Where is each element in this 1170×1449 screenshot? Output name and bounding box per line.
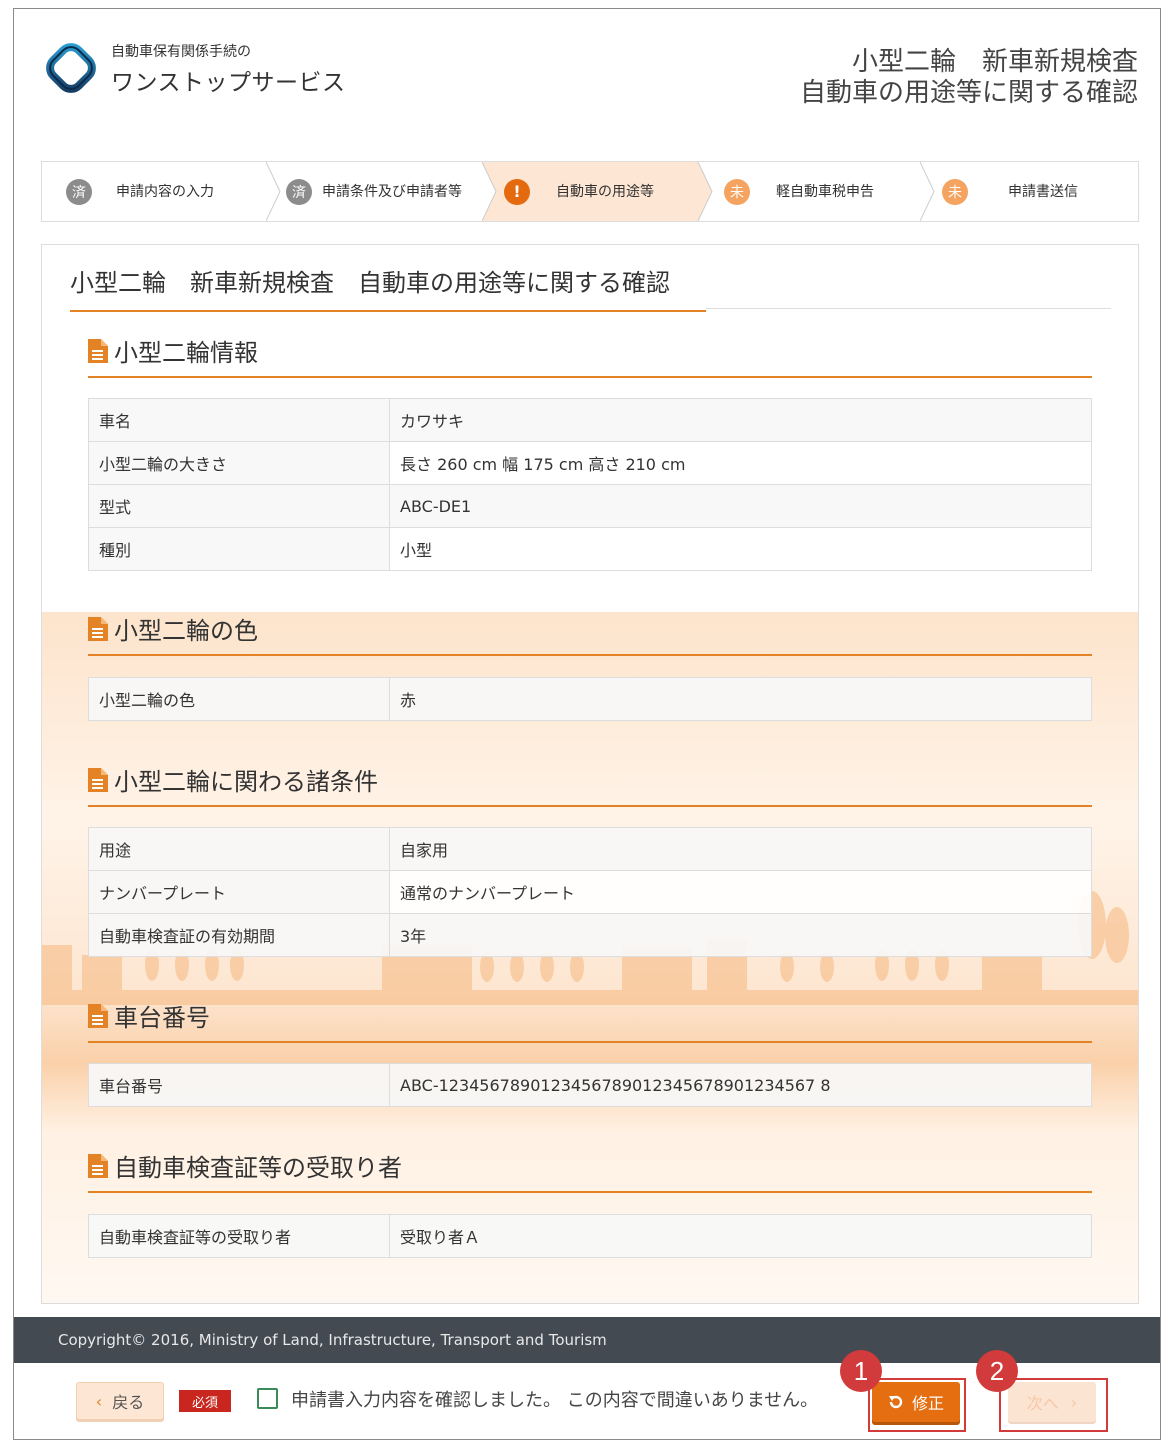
row-label: 型式: [88, 484, 390, 528]
step-divider-icon: [920, 162, 935, 221]
table-row: 型式 ABC-DE1: [88, 484, 1092, 528]
main-title: 小型二輪 新車新規検査 自動車の用途等に関する確認: [70, 263, 706, 312]
row-value: 3年: [389, 913, 1092, 957]
logo-title: ワンストップサービス: [111, 70, 346, 96]
row-label: 小型二輪の大きさ: [88, 441, 390, 485]
step-label: 申請書送信: [1008, 183, 1078, 200]
required-badge: 必須: [179, 1390, 231, 1412]
row-value: 小型: [389, 527, 1092, 571]
row-value: 赤: [389, 677, 1092, 721]
section-color-header: 小型二輪の色: [88, 611, 1092, 656]
row-value: ABC-DE1: [389, 484, 1092, 528]
page-frame: 自動車保有関係手続の ワンストップサービス 小型二輪 新車新規検査 自動車の用途…: [13, 8, 1161, 1440]
document-icon: [88, 338, 108, 363]
next-button[interactable]: 次へ ›: [1008, 1382, 1096, 1422]
vehicle-color-table: 小型二輪の色赤: [88, 677, 1092, 721]
step-progress-bar: 済 申請内容の入力 済 申請条件及び申請者等 ! 自動車の用途等 未 軽自動車税…: [41, 161, 1139, 222]
row-label: 車名: [88, 398, 390, 442]
table-row: 種別 小型: [88, 527, 1092, 571]
confirm-checkbox[interactable]: [257, 1388, 278, 1409]
undo-icon: [888, 1395, 903, 1409]
confirm-label[interactable]: 申請書入力内容を確認しました。 この内容で間違いありません。: [291, 1386, 818, 1412]
section-title: 車台番号: [114, 1004, 210, 1032]
step-4: 未 軽自動車税申告: [722, 162, 920, 221]
chassis-number-table: 車台番号 ABC-12345678901234567890123456789012…: [88, 1063, 1092, 1107]
chevron-left-icon: ‹: [95, 1391, 103, 1411]
action-bar: ‹ 戻る 必須 申請書入力内容を確認しました。 この内容で間違いありません。 修…: [14, 1350, 1160, 1439]
marker-1-badge: 1: [840, 1350, 882, 1392]
step-label: 自動車の用途等: [556, 183, 654, 200]
document-icon: [88, 1153, 108, 1178]
step-2: 済 申請条件及び申請者等: [284, 162, 482, 221]
row-label: 車台番号: [88, 1063, 390, 1107]
document-icon: [88, 616, 108, 641]
step-done-badge: 済: [286, 178, 312, 205]
row-label: 種別: [88, 527, 390, 571]
row-value: 長さ 260 cm 幅 175 cm 高さ 210 cm: [389, 441, 1092, 485]
row-value: カワサキ: [389, 398, 1092, 442]
step-done-badge: 済: [66, 178, 92, 205]
header-title-line2: 自動車の用途等に関する確認: [799, 78, 1138, 108]
table-row: ナンバープレート 通常のナンバープレート: [88, 870, 1092, 914]
step-3-current: ! 自動車の用途等: [502, 162, 702, 221]
table-row: 車台番号 ABC-12345678901234567890123456789012…: [88, 1063, 1092, 1107]
main-content-panel: 小型二輪 新車新規検査 自動車の用途等に関する確認 小型二輪情報 車名 カワサキ …: [41, 244, 1139, 1304]
fix-button[interactable]: 修正: [872, 1382, 960, 1422]
step-todo-badge: 未: [942, 178, 968, 205]
row-label: ナンバープレート: [88, 870, 390, 914]
document-icon: [88, 767, 108, 792]
table-row: 用途 自家用: [88, 827, 1092, 871]
receiver-table: 自動車検査証等の受取り者 受取り者Ａ: [88, 1214, 1092, 1258]
row-label: 自動車検査証の有効期間: [88, 913, 390, 957]
section-conditions-header: 小型二輪に関わる諸条件: [88, 762, 1092, 807]
row-value: 通常のナンバープレート: [389, 870, 1092, 914]
step-5: 未 申請書送信: [940, 162, 1138, 221]
chevron-right-icon: ›: [1070, 1392, 1078, 1412]
step-1: 済 申請内容の入力: [42, 162, 266, 221]
row-value: 受取り者Ａ: [389, 1214, 1092, 1258]
main-title-underline: [706, 308, 1111, 309]
back-button[interactable]: ‹ 戻る: [76, 1382, 164, 1420]
document-icon: [88, 1003, 108, 1028]
step-current-badge: !: [504, 178, 530, 205]
marker-2-badge: 2: [976, 1350, 1018, 1392]
service-logo-icon: [46, 43, 96, 93]
table-row: 自動車検査証の有効期間 3年: [88, 913, 1092, 957]
row-label: 用途: [88, 827, 390, 871]
section-title: 小型二輪に関わる諸条件: [114, 768, 378, 796]
fix-button-label: 修正: [911, 1394, 944, 1413]
section-title: 小型二輪の色: [114, 617, 258, 645]
back-button-label: 戻る: [112, 1393, 145, 1412]
step-label: 申請条件及び申請者等: [322, 183, 462, 200]
step-label: 軽自動車税申告: [776, 183, 874, 200]
section-title: 自動車検査証等の受取り者: [114, 1154, 402, 1182]
row-label: 小型二輪の色: [88, 677, 390, 721]
header-title-line1: 小型二輪 新車新規検査: [851, 47, 1138, 77]
step-divider-icon: [266, 162, 281, 221]
vehicle-conditions-table: 用途 自家用 ナンバープレート 通常のナンバープレート 自動車検査証の有効期間 3年: [88, 827, 1092, 957]
logo-subtitle: 自動車保有関係手続の: [111, 44, 251, 60]
row-value: ABC-123456789012345678901234567890123456…: [389, 1063, 1092, 1107]
section-vehicle-info-header: 小型二輪情報: [88, 333, 1092, 378]
table-row: 自動車検査証等の受取り者 受取り者Ａ: [88, 1214, 1092, 1258]
next-button-label: 次へ: [1026, 1394, 1059, 1413]
section-chassis-header: 車台番号: [88, 998, 1092, 1043]
step-label: 申請内容の入力: [116, 183, 214, 200]
table-row: 車名 カワサキ: [88, 398, 1092, 442]
vehicle-info-table: 車名 カワサキ 小型二輪の大きさ 長さ 260 cm 幅 175 cm 高さ 210…: [88, 398, 1092, 571]
page-header-title: 小型二輪 新車新規検査 自動車の用途等に関する確認: [800, 47, 1138, 109]
section-title: 小型二輪情報: [114, 339, 258, 367]
section-receiver-header: 自動車検査証等の受取り者: [88, 1148, 1092, 1193]
step-todo-badge: 未: [724, 178, 750, 205]
row-label: 自動車検査証等の受取り者: [88, 1214, 390, 1258]
table-row: 小型二輪の色赤: [88, 677, 1092, 721]
table-row: 小型二輪の大きさ 長さ 260 cm 幅 175 cm 高さ 210 cm: [88, 441, 1092, 485]
row-value: 自家用: [389, 827, 1092, 871]
